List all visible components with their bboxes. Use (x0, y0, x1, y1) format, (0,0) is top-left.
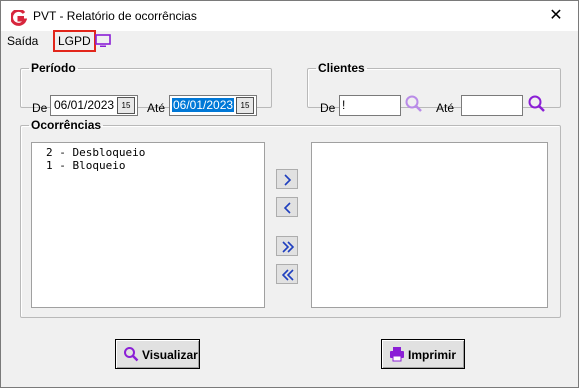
clientes-group: Clientes De ! Até (307, 61, 561, 116)
move-left-button[interactable] (276, 197, 298, 217)
periodo-to-field[interactable]: 06/01/2023 15 (169, 95, 257, 116)
move-all-left-button[interactable] (276, 264, 298, 284)
periodo-from-value: 06/01/2023 (54, 98, 115, 112)
periodo-to-label: Até (147, 101, 166, 115)
printer-icon (390, 347, 404, 362)
double-chevron-left-icon (282, 269, 294, 281)
window-title: PVT - Relatório de ocorrências (33, 9, 197, 23)
clientes-from-input[interactable]: ! (339, 95, 401, 116)
chevron-right-icon (284, 174, 292, 186)
periodo-group: Período De 06/01/2023 15 Até 06/01/2023 … (20, 61, 272, 116)
calendar-icon[interactable]: 15 (236, 97, 254, 114)
periodo-from-label: De (32, 101, 48, 115)
periodo-from-field[interactable]: 06/01/2023 15 (50, 95, 138, 116)
monitor-icon[interactable] (95, 34, 111, 48)
visualizar-button[interactable]: Visualizar (115, 339, 200, 369)
clientes-to-input[interactable] (461, 95, 523, 116)
clientes-from-value: ! (342, 98, 346, 112)
periodo-legend: Período (31, 61, 76, 75)
menu-bar: Saída LGPD (1, 30, 578, 52)
clientes-to-label: Até (436, 101, 455, 115)
menu-saida[interactable]: Saída (5, 33, 40, 49)
report-window: PVT - Relatório de ocorrências ✕ Saída L… (0, 0, 579, 388)
chevron-left-icon (283, 202, 291, 214)
visualizar-label: Visualizar (142, 348, 198, 362)
list-item[interactable]: 1 - Bloqueio (32, 159, 264, 172)
title-bar: PVT - Relatório de ocorrências ✕ (1, 1, 578, 31)
close-button[interactable]: ✕ (540, 4, 572, 28)
search-icon[interactable] (527, 94, 547, 114)
list-item[interactable]: 2 - Desbloqueio (32, 146, 264, 159)
ocorrencias-group: Ocorrências 2 - Desbloqueio 1 - Bloqueio (20, 118, 561, 318)
imprimir-button[interactable]: Imprimir (381, 339, 465, 369)
g-logo-icon (11, 10, 27, 26)
selected-list[interactable] (311, 142, 548, 308)
ocorrencias-legend: Ocorrências (31, 118, 102, 132)
menu-lgpd[interactable]: LGPD (53, 30, 96, 52)
clientes-legend: Clientes (318, 61, 365, 75)
close-icon: ✕ (549, 7, 563, 24)
calendar-icon[interactable]: 15 (117, 97, 135, 114)
imprimir-label: Imprimir (408, 348, 457, 362)
double-chevron-right-icon (282, 241, 294, 253)
available-list[interactable]: 2 - Desbloqueio 1 - Bloqueio (31, 142, 265, 308)
search-icon[interactable] (404, 94, 424, 114)
magnifier-icon (124, 347, 139, 362)
periodo-to-value: 06/01/2023 (172, 98, 235, 112)
move-right-button[interactable] (276, 169, 298, 189)
clientes-from-label: De (320, 101, 336, 115)
move-all-right-button[interactable] (276, 236, 298, 256)
